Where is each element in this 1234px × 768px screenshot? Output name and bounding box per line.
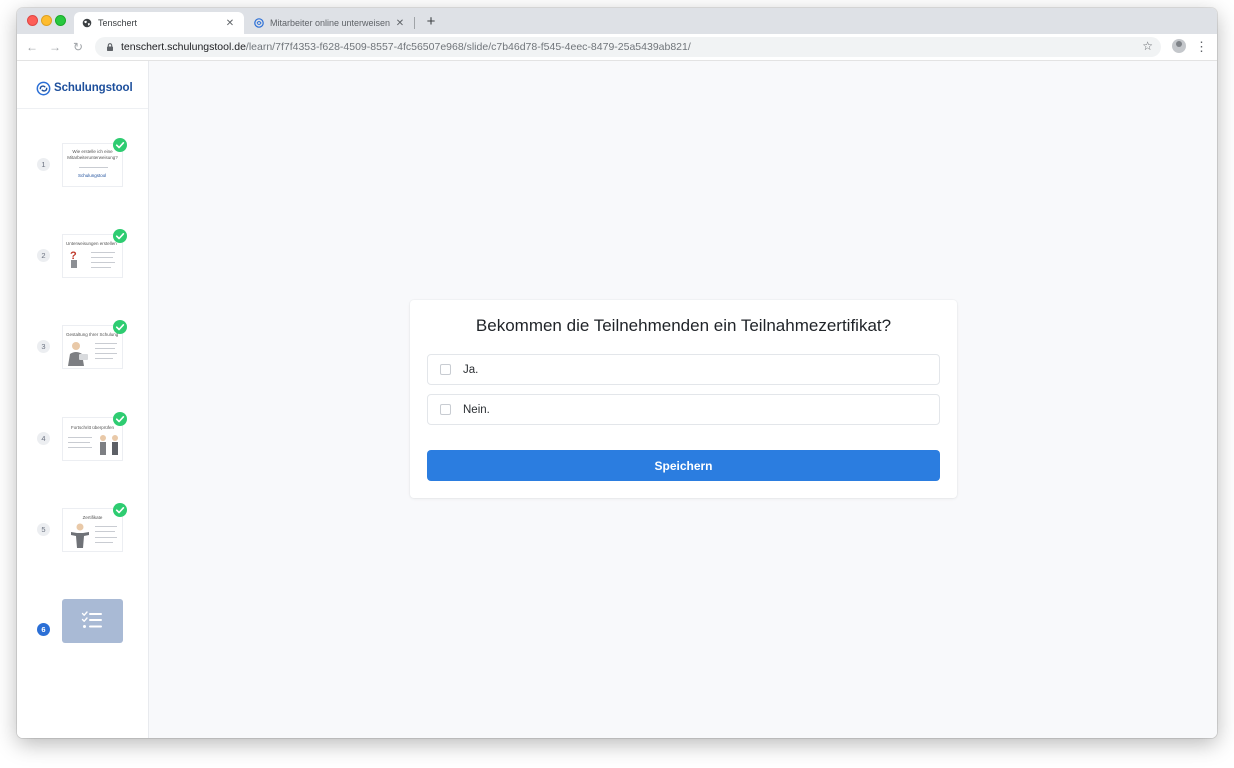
logo-text: Schulungstool	[54, 82, 133, 94]
answer-option-nein[interactable]: Nein.	[427, 394, 940, 425]
question-text: Bekommen die Teilnehmenden ein Teilnahme…	[475, 316, 892, 335]
slide-item-3[interactable]: 3 Gestaltung Ihrer Schulung	[17, 320, 148, 371]
close-window-button[interactable]	[27, 15, 38, 26]
back-button[interactable]: ←	[24, 39, 40, 55]
tab-mitarbeiter-online-unterweisen[interactable]: Mitarbeiter online unterweisen ✕	[246, 12, 414, 34]
tab-strip: Tenschert ✕ Mitarbeiter online unterweis…	[17, 8, 1217, 34]
question-card: Bekommen die Teilnehmenden ein Teilnahme…	[410, 300, 957, 498]
browser-window: Tenschert ✕ Mitarbeiter online unterweis…	[17, 8, 1217, 738]
profile-avatar[interactable]	[1172, 39, 1186, 53]
completed-check-icon	[113, 412, 127, 426]
tab-tenschert[interactable]: Tenschert ✕	[74, 12, 244, 34]
slide-item-1[interactable]: 1 Wie erstelle ich eine Mitarbeiterunter…	[17, 138, 148, 189]
schulungstool-logo-icon	[36, 81, 51, 95]
minimize-window-button[interactable]	[41, 15, 52, 26]
bookmark-star-icon[interactable]: ☆	[1142, 39, 1153, 53]
save-button[interactable]: Speichern	[427, 450, 940, 481]
slide-thumbnail-title: Gestaltung Ihrer Schulung	[66, 332, 119, 337]
slide-number: 4	[37, 432, 50, 445]
slide-thumbnail-brand: Schulungstool	[78, 173, 107, 178]
answer-option-ja[interactable]: Ja.	[427, 354, 940, 385]
completed-check-icon	[113, 503, 127, 517]
maximize-window-button[interactable]	[55, 15, 66, 26]
address-bar[interactable]: tenschert.schulungstool.de/learn/7f7f435…	[95, 37, 1161, 57]
answer-label: Ja.	[463, 363, 479, 376]
figure-illustration: ?	[69, 249, 79, 271]
browser-menu-icon[interactable]: ⋮	[1195, 39, 1208, 55]
slide-number: 2	[37, 249, 50, 262]
slide-number: 1	[37, 158, 50, 171]
forward-button[interactable]: →	[47, 39, 63, 55]
slide-item-6[interactable]: 6	[17, 599, 148, 647]
slide-thumbnail-title: Zertifikate	[82, 515, 103, 520]
new-tab-button[interactable]: +	[422, 12, 440, 32]
reload-button[interactable]: ↻	[70, 39, 86, 55]
slide-sidebar: Schulungstool 1 Wie erstelle ich eine Mi…	[17, 61, 149, 738]
slide-item-4[interactable]: 4 Fortschritt überprüfen	[17, 412, 148, 463]
url-host: tenschert.schulungstool.de	[121, 41, 246, 53]
slide-thumbnail-title: Wie erstelle ich eine Mitarbeiterunterwe…	[67, 149, 118, 160]
completed-check-icon	[113, 138, 127, 152]
tab-title: Tenschert	[98, 18, 138, 28]
completed-check-icon	[113, 320, 127, 334]
browser-toolbar: ← → ↻ tenschert.schulungstool.de/learn/7…	[17, 34, 1217, 61]
tab-divider	[414, 17, 415, 29]
checklist-icon	[81, 611, 102, 628]
schulungstool-logo[interactable]: Schulungstool	[36, 80, 133, 96]
answer-checkbox[interactable]	[440, 404, 451, 415]
url-path: /learn/7f7f4353-f628-4509-8557-4fc56507e…	[245, 41, 691, 53]
lock-icon	[107, 43, 113, 51]
slide-number: 3	[37, 340, 50, 353]
answer-checkbox[interactable]	[440, 364, 451, 375]
schulungstool-icon	[254, 18, 264, 28]
figure-illustration	[64, 340, 90, 368]
quiz-thumbnail	[62, 599, 123, 643]
slide-number-current: 6	[37, 623, 50, 636]
answer-label: Nein.	[463, 403, 490, 416]
divider	[17, 108, 148, 109]
tab-title: Mitarbeiter online unterweisen	[270, 18, 391, 28]
figure-illustration	[97, 434, 121, 460]
globe-icon	[82, 18, 92, 28]
slide-item-5[interactable]: 5 Zertifikate	[17, 503, 148, 554]
close-tab-icon[interactable]: ✕	[224, 18, 236, 29]
slide-number: 5	[37, 523, 50, 536]
completed-check-icon	[113, 229, 127, 243]
learning-app: Schulungstool 1 Wie erstelle ich eine Mi…	[17, 61, 1217, 738]
figure-illustration	[69, 522, 91, 551]
close-tab-icon[interactable]: ✕	[394, 18, 406, 29]
slide-thumbnail-title: Fortschritt überprüfen	[70, 425, 115, 430]
slide-thumbnail-title: Unterweisungen erstellen	[66, 241, 117, 246]
slide-item-2[interactable]: 2 Unterweisungen erstellen ?	[17, 229, 148, 280]
